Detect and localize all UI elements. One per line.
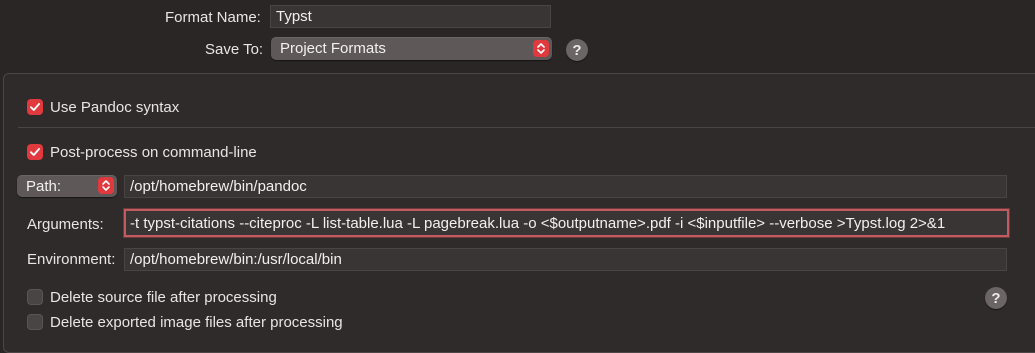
chevron-updown-icon xyxy=(533,40,549,57)
format-name-value: Typst xyxy=(276,8,312,25)
environment-value: /opt/homebrew/bin:/usr/local/bin xyxy=(130,251,342,268)
path-field[interactable]: /opt/homebrew/bin/pandoc xyxy=(124,175,1007,198)
format-name-field[interactable]: Typst xyxy=(270,5,551,28)
save-to-label: Save To: xyxy=(205,41,264,58)
environment-label: Environment: xyxy=(27,251,116,268)
delete-images-checkbox[interactable] xyxy=(27,314,43,330)
help-button[interactable]: ? xyxy=(566,39,588,61)
path-type-value: Path: xyxy=(26,177,62,195)
section-divider xyxy=(18,127,1035,128)
post-process-label: Post-process on command-line xyxy=(50,144,257,161)
use-pandoc-label: Use Pandoc syntax xyxy=(50,99,180,116)
arguments-label: Arguments: xyxy=(27,216,104,233)
delete-source-label: Delete source file after processing xyxy=(50,289,277,306)
delete-images-label: Delete exported image files after proces… xyxy=(50,314,343,331)
path-type-select[interactable]: Path: xyxy=(17,175,117,197)
post-process-checkbox[interactable] xyxy=(27,144,43,160)
help-button-bottom[interactable]: ? xyxy=(985,287,1007,309)
arguments-field[interactable]: -t typst-citations --citeproc -L list-ta… xyxy=(124,209,1009,237)
environment-field[interactable]: /opt/homebrew/bin:/usr/local/bin xyxy=(124,248,1007,271)
path-value: /opt/homebrew/bin/pandoc xyxy=(130,178,307,195)
question-icon: ? xyxy=(572,41,582,59)
chevron-updown-icon xyxy=(98,177,114,194)
question-icon: ? xyxy=(991,289,1001,307)
checkmark-icon xyxy=(30,148,40,156)
use-pandoc-checkbox[interactable] xyxy=(27,99,43,115)
format-name-label: Format Name: xyxy=(165,9,261,26)
save-to-value: Project Formats xyxy=(280,40,386,57)
save-to-select[interactable]: Project Formats xyxy=(271,37,552,60)
arguments-value: -t typst-citations --citeproc -L list-ta… xyxy=(130,214,946,232)
checkmark-icon xyxy=(30,103,40,111)
delete-source-checkbox[interactable] xyxy=(27,289,43,305)
